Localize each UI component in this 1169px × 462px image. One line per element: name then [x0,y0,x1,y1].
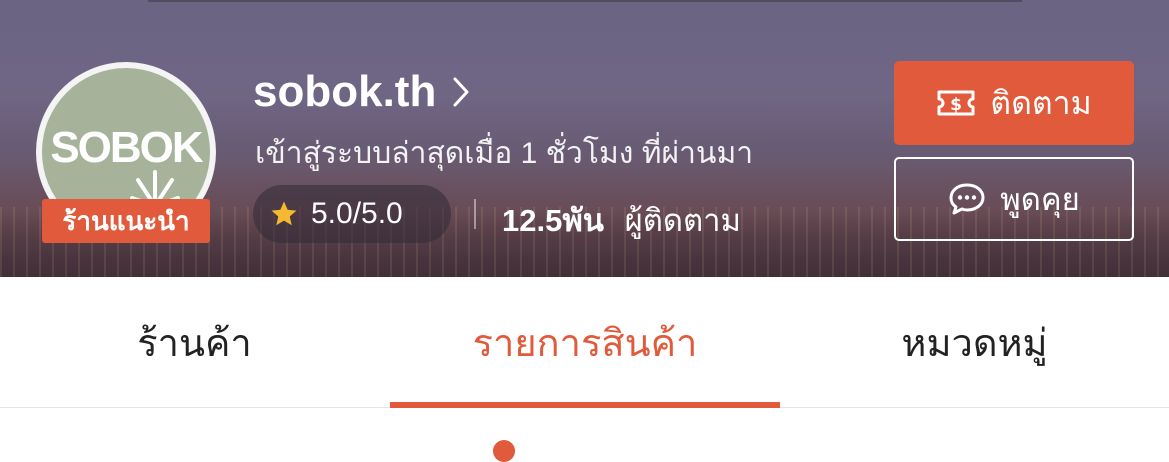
ticket-icon: $ [936,89,976,117]
last-active-status: เข้าสู่ระบบล่าสุดเมื่อ 1 ชั่วโมง ที่ผ่าน… [255,137,754,170]
shop-name-link[interactable]: sobok.th [253,62,470,122]
rating-pill: 5.0/5.0 [253,185,451,243]
chat-button[interactable]: พูดคุย [894,157,1134,241]
tab-categories-label: หมวดหมู่ [901,322,1048,365]
tab-categories[interactable]: หมวดหมู่ [780,277,1169,407]
rating-value: 5.0/5.0 [311,197,403,230]
star-icon [271,201,297,226]
svg-text:$: $ [950,95,962,115]
shop-tabs: ร้านค้า รายการสินค้า หมวดหมู่ [0,277,1169,408]
tab-products-label: รายการสินค้า [472,322,698,365]
indicator-dot [493,440,515,462]
tab-shop-label: ร้านค้า [137,322,252,365]
tab-shop[interactable]: ร้านค้า [0,277,389,407]
followers-count: 12.5พัน [502,203,604,238]
preferred-shop-badge: ร้านแนะนำ [42,199,210,243]
followers-stat: 12.5พัน ผู้ติดตาม [502,195,741,245]
shop-name: sobok.th [253,67,437,116]
tab-products[interactable]: รายการสินค้า [390,277,780,407]
chat-bubble-icon [948,182,986,216]
followers-label-text: ผู้ติดตาม [624,203,741,238]
stats-divider [474,199,476,229]
banner-top-line [148,0,1022,2]
follow-label: ติดตาม [990,84,1092,121]
content-area [0,408,1169,447]
chevron-right-icon [453,77,469,107]
chat-label: พูดคุย [1000,182,1080,217]
avatar-logo-text: SOBOK [50,123,203,172]
follow-button[interactable]: $ ติดตาม [894,61,1134,145]
